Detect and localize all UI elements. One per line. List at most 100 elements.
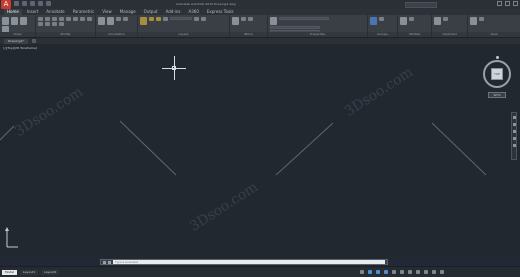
layer-dropdown[interactable]	[170, 17, 192, 20]
ungroup-icon[interactable]	[379, 17, 384, 21]
quick-access-toolbar	[14, 1, 51, 6]
drawing-lines	[0, 120, 487, 176]
lineweight-icon[interactable]	[400, 270, 404, 274]
color-dropdown[interactable]	[279, 17, 329, 20]
file-tab-drawing1[interactable]: Drawing1*	[4, 38, 28, 44]
layer-on-icon[interactable]	[149, 17, 154, 21]
copy-clip-icon[interactable]	[443, 17, 448, 21]
close-icon[interactable]	[513, 1, 518, 6]
explode-icon[interactable]	[52, 22, 57, 26]
group-icon[interactable]	[370, 17, 377, 25]
redo-icon[interactable]	[46, 1, 51, 6]
status-menu-icon[interactable]	[440, 270, 444, 274]
polyline-icon[interactable]	[11, 17, 18, 25]
search-input[interactable]	[405, 2, 437, 8]
panel-view: View	[468, 15, 520, 37]
pan-icon[interactable]	[512, 123, 516, 126]
navigation-bar	[511, 112, 517, 160]
panel-layers: Layers	[138, 15, 230, 37]
close-icon[interactable]	[103, 260, 106, 264]
polar-icon[interactable]	[384, 270, 388, 274]
circle-icon[interactable]	[20, 17, 27, 25]
tab-layout1[interactable]: Layout1	[20, 269, 39, 275]
new-icon[interactable]	[14, 1, 19, 6]
text-icon[interactable]	[98, 17, 105, 25]
paste-icon[interactable]	[434, 17, 441, 25]
customize-icon[interactable]	[108, 260, 111, 264]
fillet-icon[interactable]	[73, 17, 78, 21]
ucs-icon	[5, 227, 18, 248]
match-layer-icon[interactable]	[201, 17, 206, 21]
panel-utilities: Utilities	[398, 15, 432, 37]
measure-icon[interactable]	[400, 17, 407, 25]
panel-groups: Groups	[368, 15, 398, 37]
make-current-icon[interactable]	[194, 17, 199, 21]
dimension-icon[interactable]	[107, 17, 114, 25]
ribbon: Draw Modify Annotation Layers Block Prop…	[0, 15, 520, 38]
calculator-icon[interactable]	[409, 17, 414, 21]
maximize-icon[interactable]	[505, 1, 510, 6]
compass-north-marker[interactable]	[496, 56, 499, 59]
undo-icon[interactable]	[38, 1, 43, 6]
table-icon[interactable]	[123, 17, 128, 21]
workspace-gear-icon[interactable]	[416, 270, 420, 274]
erase-icon[interactable]	[45, 22, 50, 26]
scale-icon[interactable]	[87, 17, 92, 21]
edit-block-icon[interactable]	[248, 17, 253, 21]
osnap-icon[interactable]	[392, 270, 396, 274]
annotation-scale-icon[interactable]	[408, 270, 412, 274]
panel-label-block: Block	[230, 32, 267, 37]
snap-icon[interactable]	[368, 270, 372, 274]
isolate-icon[interactable]	[424, 270, 428, 274]
view-base-icon[interactable]	[470, 17, 477, 25]
view-icon[interactable]	[479, 17, 484, 21]
diagonal-line	[431, 122, 487, 176]
tab-layout2[interactable]: Layout2	[41, 269, 60, 275]
create-block-icon[interactable]	[241, 17, 246, 21]
grid-icon[interactable]	[360, 270, 364, 274]
status-toggles	[360, 270, 444, 274]
offset-icon[interactable]	[59, 22, 64, 26]
zoom-icon[interactable]	[512, 130, 516, 133]
layer-freeze-icon[interactable]	[156, 17, 161, 21]
stretch-icon[interactable]	[80, 17, 85, 21]
new-tab-icon[interactable]	[31, 39, 36, 43]
leader-icon[interactable]	[116, 17, 121, 21]
orbit-icon[interactable]	[512, 137, 516, 140]
trim-icon[interactable]	[52, 17, 57, 21]
command-input[interactable]	[113, 260, 385, 264]
linetype-dropdown[interactable]	[270, 26, 320, 29]
application-menu-button[interactable]: A	[1, 0, 11, 9]
panel-label-annotation: Annotation	[96, 32, 137, 37]
ortho-icon[interactable]	[376, 270, 380, 274]
steering-wheel-icon[interactable]	[512, 116, 516, 119]
open-icon[interactable]	[22, 1, 27, 6]
panel-label-utilities: Utilities	[398, 32, 431, 37]
minimize-icon[interactable]	[497, 1, 502, 6]
layer-lock-icon[interactable]	[163, 17, 168, 21]
fullscreen-icon[interactable]	[432, 270, 436, 274]
panel-clipboard: Clipboard	[432, 15, 468, 37]
move-icon[interactable]	[38, 17, 43, 21]
panel-label-modify: Modify	[36, 32, 95, 37]
panel-label-layers: Layers	[138, 32, 229, 37]
pickbox	[172, 66, 176, 70]
panel-properties: Properties	[268, 15, 368, 37]
mirror-icon[interactable]	[66, 17, 71, 21]
line-icon[interactable]	[2, 17, 9, 25]
copy-icon[interactable]	[59, 17, 64, 21]
showmotion-icon[interactable]	[512, 144, 516, 147]
drawing-canvas[interactable]: [-][Top][2D Wireframe] 3Dsoo.com 3Dsoo.c…	[0, 44, 520, 258]
array-icon[interactable]	[38, 22, 43, 26]
panel-draw: Draw	[0, 15, 36, 37]
save-icon[interactable]	[30, 1, 35, 6]
rotate-icon[interactable]	[45, 17, 50, 21]
wcs-menu[interactable]: WCS	[488, 92, 506, 98]
window-controls	[497, 1, 518, 6]
panel-block: Block	[230, 15, 268, 37]
viewcube-top-face[interactable]: TOP	[491, 68, 503, 80]
tab-model[interactable]: Model	[2, 269, 18, 275]
insert-block-icon[interactable]	[232, 17, 239, 25]
layer-properties-icon[interactable]	[140, 17, 147, 25]
match-properties-icon[interactable]	[270, 17, 277, 25]
